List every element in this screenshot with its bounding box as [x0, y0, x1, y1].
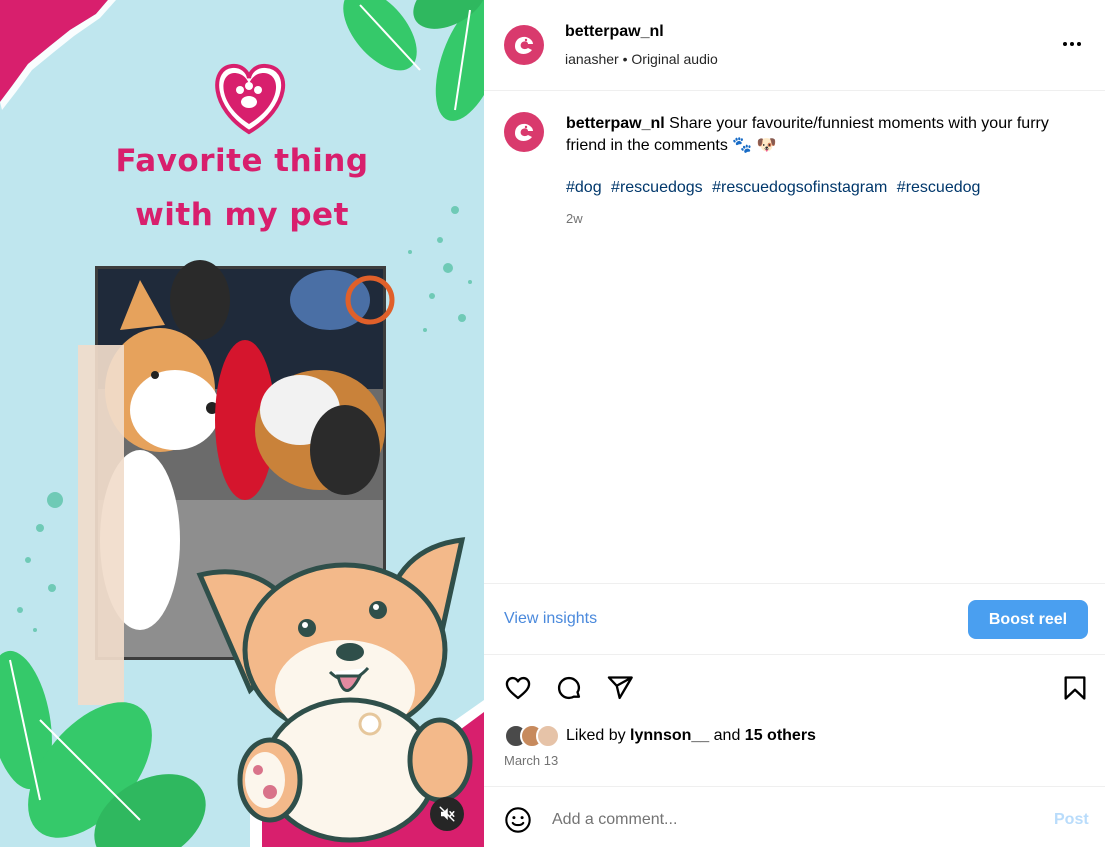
more-options-button[interactable] — [1060, 32, 1084, 56]
header-divider — [484, 90, 1105, 91]
speaker-muted-icon — [439, 806, 455, 822]
others-likes-link[interactable]: 15 others — [745, 727, 816, 744]
hashtag-list: #dog #rescuedogs #rescuedogsofinstagram … — [566, 179, 1076, 197]
mute-toggle-button[interactable] — [430, 797, 464, 831]
caption-avatar[interactable] — [504, 112, 544, 152]
comment-divider — [484, 786, 1105, 787]
hashtag-link[interactable]: #rescuedogs — [611, 179, 703, 196]
audio-author[interactable]: ianasher — [565, 51, 619, 67]
actions-divider — [484, 654, 1105, 655]
post-date: March 13 — [504, 753, 559, 768]
share-icon — [607, 676, 633, 700]
reel-headline-line2: with my pet — [135, 197, 349, 233]
bookmark-icon — [1064, 676, 1086, 700]
like-button[interactable] — [504, 674, 532, 702]
heart-icon — [505, 676, 531, 700]
reel-artwork — [0, 0, 484, 847]
save-button[interactable] — [1061, 674, 1089, 702]
boost-reel-button[interactable]: Boost reel — [968, 600, 1088, 639]
smiley-icon — [505, 807, 531, 833]
comment-input[interactable] — [552, 806, 1032, 834]
more-horizontal-icon — [1063, 42, 1081, 46]
caption-username[interactable]: betterpaw_nl — [566, 115, 665, 132]
heart-paw-badge — [215, 63, 286, 135]
hashtag-link[interactable]: #dog — [566, 179, 602, 196]
comment-button[interactable] — [555, 674, 583, 702]
view-insights-link[interactable]: View insights — [504, 610, 597, 628]
liker-avatar[interactable] — [536, 724, 560, 748]
likes-text: Liked by lynnson__ and 15 others — [566, 727, 816, 745]
audio-label[interactable]: Original audio — [631, 51, 717, 67]
caption-time-ago: 2w — [566, 211, 583, 226]
header-avatar[interactable] — [504, 25, 544, 65]
likes-summary: Liked by lynnson__ and 15 others — [504, 723, 816, 749]
likes-prefix: Liked by — [566, 727, 626, 744]
audio-attribution: ianasher • Original audio — [565, 51, 718, 67]
emoji-picker-button[interactable] — [504, 806, 532, 834]
reel-media[interactable]: Favorite thing with my pet — [0, 0, 484, 847]
comment-icon — [557, 676, 581, 700]
betterpaw-logo-icon — [515, 36, 533, 54]
likes-and: and — [713, 727, 741, 744]
post-caption: betterpaw_nl Share your favourite/funnie… — [566, 113, 1076, 157]
hashtag-link[interactable]: #rescuedog — [897, 179, 981, 196]
post-details-panel: betterpaw_nl ianasher • Original audio b… — [484, 0, 1105, 847]
leaf-top-right — [343, 0, 484, 121]
reel-headline-line1: Favorite thing — [115, 143, 369, 179]
cartoon-corgi — [196, 537, 473, 843]
first-liker-username[interactable]: lynnson__ — [630, 727, 709, 744]
post-comment-button[interactable]: Post — [1054, 811, 1089, 829]
betterpaw-logo-icon — [515, 123, 533, 141]
insights-divider — [484, 583, 1105, 584]
header-username[interactable]: betterpaw_nl — [565, 23, 664, 41]
hashtag-link[interactable]: #rescuedogsofinstagram — [712, 179, 887, 196]
share-button[interactable] — [606, 674, 634, 702]
